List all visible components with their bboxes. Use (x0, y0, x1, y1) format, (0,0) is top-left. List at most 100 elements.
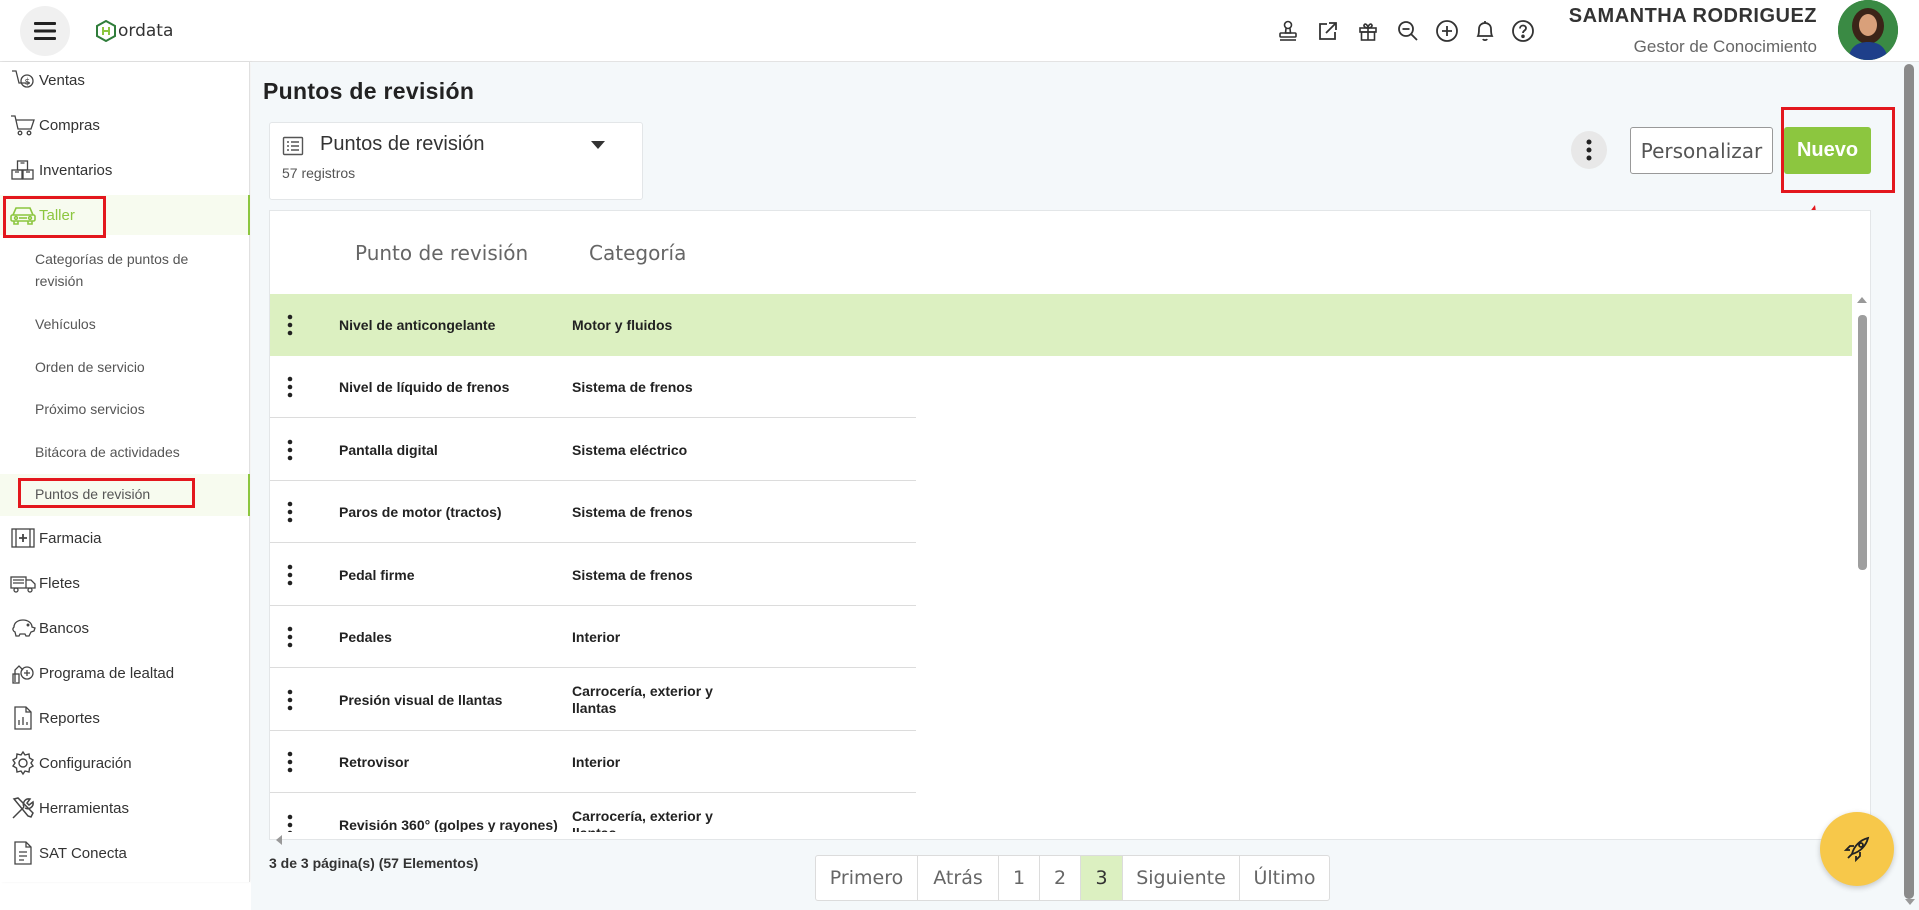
bell-icon[interactable] (1466, 17, 1504, 45)
table-row[interactable]: Pedales Interior (270, 606, 916, 668)
row-menu-icon[interactable] (287, 814, 293, 832)
table-row[interactable]: Nivel de líquido de frenos Sistema de fr… (270, 356, 916, 418)
avatar[interactable] (1838, 0, 1898, 60)
page-2-button[interactable]: 2 (1040, 856, 1081, 900)
tools-icon (8, 794, 38, 822)
svg-text:$: $ (25, 78, 31, 88)
sidebar-item-configuracion[interactable]: Configuración (0, 743, 250, 783)
user-role: Gestor de Conocimiento (1633, 37, 1817, 56)
table-row[interactable]: Nivel de anticongelante Motor y fluidos (270, 294, 1852, 356)
car-icon (8, 201, 38, 229)
boxes-icon (8, 156, 38, 184)
gift-icon[interactable] (1348, 17, 1388, 45)
sidebar-item-label: Reportes (39, 709, 100, 727)
page-next-button[interactable]: Siguiente (1123, 856, 1240, 900)
page-title: Puntos de revisión (263, 78, 475, 104)
pagination-info: 3 de 3 página(s) (57 Elementos) (269, 855, 479, 871)
sidebar-item-compras[interactable]: Compras (0, 105, 250, 145)
piggy-bank-icon (8, 614, 38, 642)
hamburger-menu-button[interactable] (20, 6, 70, 56)
view-selector[interactable]: Puntos de revisión 57 registros (269, 122, 643, 200)
kebab-icon (1586, 139, 1592, 161)
app-logo[interactable]: ordata (96, 20, 173, 42)
column-header-point[interactable]: Punto de revisión (355, 241, 528, 265)
row-menu-icon[interactable] (287, 689, 293, 711)
sidebar-item-label: Herramientas (39, 799, 130, 817)
cell-point: Pantalla digital (339, 442, 438, 458)
help-icon[interactable] (1504, 17, 1542, 45)
user-name[interactable]: SAMANTHA RODRIGUEZ (1569, 5, 1817, 28)
table-scrollbar-thumb[interactable] (1858, 315, 1867, 570)
row-menu-icon[interactable] (287, 751, 293, 773)
view-name: Puntos de revisión (320, 133, 485, 155)
sidebar-item-bancos[interactable]: Bancos (0, 608, 250, 648)
sidebar-item-label: Configuración (39, 754, 132, 772)
customize-button[interactable]: Personalizar (1630, 127, 1773, 174)
search-zoom-icon[interactable] (1388, 17, 1428, 45)
subitem-orden-servicio[interactable]: Orden de servicio (35, 356, 235, 378)
sidebar-item-label: Taller (39, 206, 75, 224)
report-icon (8, 704, 38, 732)
cell-category: Interior (572, 753, 621, 770)
cell-category: Interior (572, 628, 621, 645)
page-scrollbar-thumb[interactable] (1904, 64, 1914, 899)
subitem-categorias[interactable]: Categorías de puntos de revisión (35, 248, 235, 292)
row-menu-icon[interactable] (287, 439, 293, 461)
rocket-fab-button[interactable] (1820, 812, 1894, 886)
page-last-button[interactable]: Último (1240, 856, 1329, 900)
cart-icon (8, 111, 38, 139)
scroll-left-icon[interactable] (274, 834, 284, 846)
page-scrollbar[interactable] (1900, 62, 1919, 910)
page-1-button[interactable]: 1 (999, 856, 1040, 900)
row-menu-icon[interactable] (287, 626, 293, 648)
sidebar-item-label: Ventas (39, 71, 85, 89)
top-bar: ordata SAMANTHA RODRIGUEZ Gestor de Cono… (0, 0, 1919, 62)
table-row[interactable]: Paros de motor (tractos) Sistema de fren… (270, 481, 916, 543)
scroll-up-icon (1857, 297, 1867, 303)
page-prev-button[interactable]: Atrás (918, 856, 999, 900)
table-row[interactable]: Retrovisor Interior (270, 731, 916, 793)
sidebar-item-label: Fletes (39, 574, 80, 592)
sidebar-item-lealtad[interactable]: Programa de lealtad (0, 653, 250, 693)
sidebar-item-fletes[interactable]: Fletes (0, 563, 250, 603)
document-icon (8, 839, 38, 867)
sidebar-item-label: Farmacia (39, 529, 102, 547)
page-3-button[interactable]: 3 (1081, 856, 1123, 900)
table-row-clip: Revisión 360° (golpes y rayones) Carroce… (270, 794, 916, 832)
sidebar-item-inventarios[interactable]: Inventarios (0, 150, 250, 190)
cell-category: Sistema de frenos (572, 566, 693, 583)
row-menu-icon[interactable] (287, 376, 293, 398)
pagination: Primero Atrás 1 2 3 Siguiente Último (815, 855, 1330, 901)
sidebar-item-herramientas[interactable]: Herramientas (0, 788, 250, 828)
sidebar-item-taller[interactable]: Taller (0, 195, 250, 235)
sidebar-item-ventas[interactable]: $ Ventas (0, 60, 250, 100)
sidebar-item-sat-conecta[interactable]: SAT Conecta (0, 833, 250, 873)
new-button[interactable]: Nuevo (1784, 127, 1871, 174)
row-menu-icon[interactable] (287, 564, 293, 586)
sidebar-item-farmacia[interactable]: Farmacia (0, 518, 250, 558)
stamp-icon[interactable] (1268, 17, 1308, 45)
logo-text: ordata (118, 21, 174, 41)
subitem-bitacora[interactable]: Bitácora de actividades (35, 441, 235, 463)
subitem-proximo-servicios[interactable]: Próximo servicios (35, 398, 235, 420)
table-row[interactable]: Pedal firme Sistema de frenos (270, 544, 916, 606)
sidebar-item-reportes[interactable]: Reportes (0, 698, 250, 738)
sales-icon: $ (8, 66, 38, 94)
column-header-category[interactable]: Categoría (589, 241, 686, 265)
plus-circle-icon[interactable] (1428, 17, 1466, 45)
chevron-down-icon[interactable] (591, 141, 605, 149)
subitem-vehiculos[interactable]: Vehículos (35, 313, 235, 335)
cell-category: Carrocería, exterior y llantas (572, 683, 713, 716)
table-row[interactable]: Pantalla digital Sistema eléctrico (270, 419, 916, 481)
subitem-puntos-revision[interactable]: Puntos de revisión (35, 483, 235, 505)
row-menu-icon[interactable] (287, 501, 293, 523)
cell-point: Pedales (339, 629, 392, 645)
table-row[interactable]: Presión visual de llantas Carrocería, ex… (270, 669, 916, 731)
cell-category: Carrocería, exterior y llantas (572, 808, 713, 832)
external-link-icon[interactable] (1308, 17, 1348, 45)
row-menu-icon[interactable] (287, 314, 293, 336)
page-first-button[interactable]: Primero (816, 856, 918, 900)
table-row[interactable]: Revisión 360° (golpes y rayones) Carroce… (270, 794, 916, 832)
table-scrollbar[interactable] (1855, 295, 1869, 835)
more-options-button[interactable] (1571, 131, 1607, 169)
